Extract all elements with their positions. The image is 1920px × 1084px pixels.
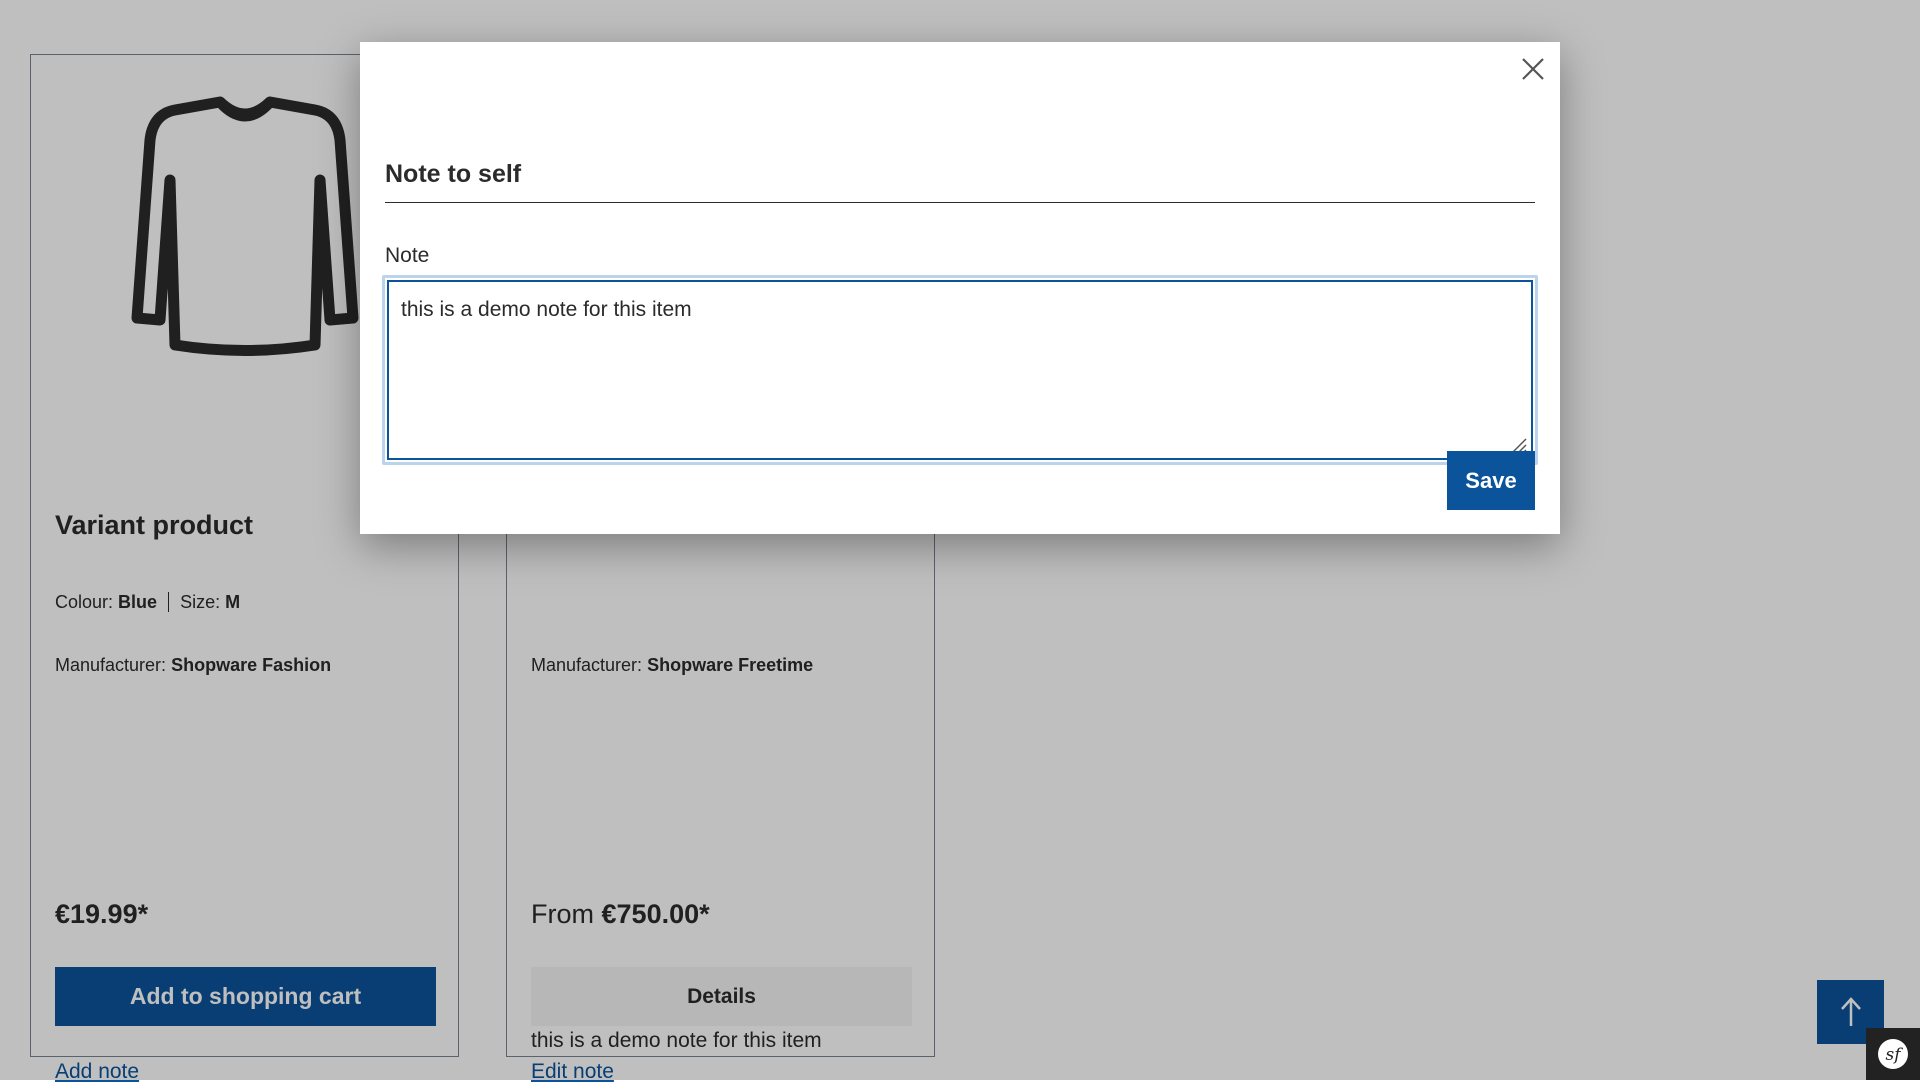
- modal-close-button[interactable]: [1516, 52, 1550, 86]
- note-modal: Note to self Note Save: [360, 42, 1560, 534]
- note-field-label: Note: [385, 244, 430, 267]
- save-button[interactable]: Save: [1447, 451, 1535, 510]
- note-textarea[interactable]: [387, 280, 1533, 460]
- symfony-icon: sf: [1878, 1039, 1908, 1069]
- note-field-focus-ring: [382, 275, 1538, 465]
- modal-title: Note to self: [385, 160, 522, 188]
- close-icon: [1522, 58, 1544, 80]
- symfony-debug-toolbar-toggle[interactable]: sf: [1866, 1028, 1920, 1080]
- modal-divider: [385, 202, 1535, 203]
